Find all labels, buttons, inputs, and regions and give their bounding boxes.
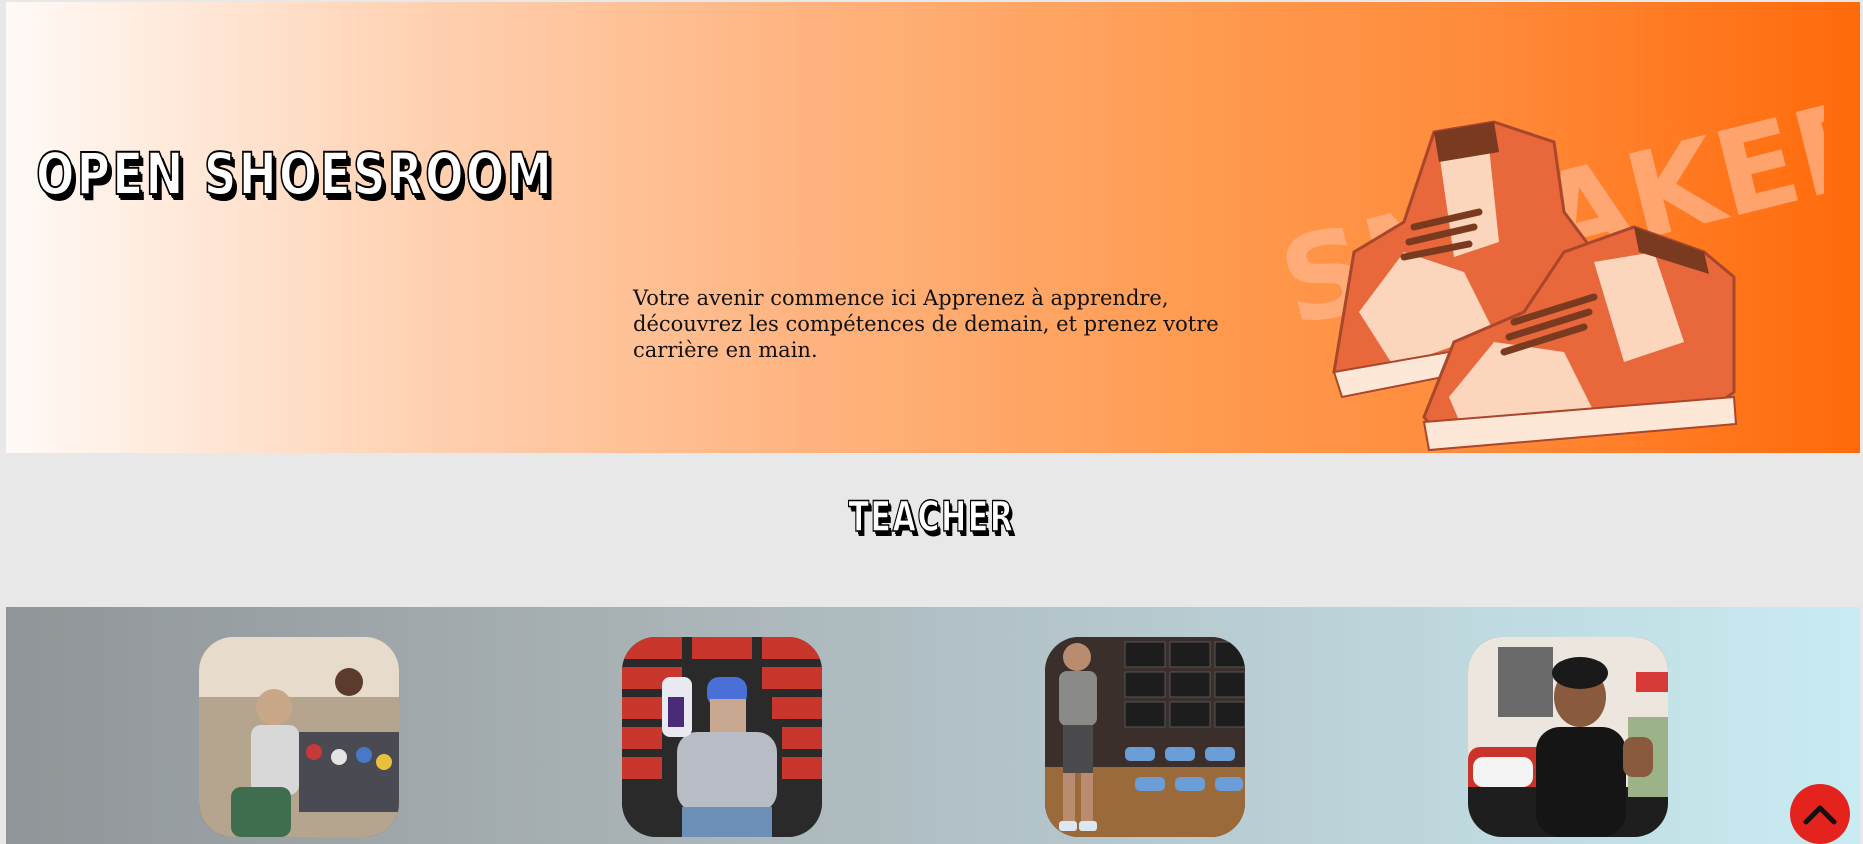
hero-tagline: Votre avenir commence ici Apprenez à app… bbox=[633, 286, 1219, 362]
hero-banner: OPEN SHOESROOM Votre avenir commence ici… bbox=[6, 2, 1860, 453]
teacher-photo-4[interactable] bbox=[1468, 637, 1668, 837]
chevron-up-icon bbox=[1803, 805, 1837, 825]
sneakers-illustration: SNEAKERS bbox=[1268, 49, 1824, 452]
brand-logo[interactable]: OPEN SHOESROOM bbox=[35, 139, 554, 209]
teacher-gallery bbox=[6, 607, 1860, 844]
teacher-section-title: TEACHER bbox=[848, 491, 1015, 542]
teacher-photo-3[interactable] bbox=[1045, 637, 1245, 837]
teacher-photo-1[interactable] bbox=[199, 637, 399, 837]
teacher-photo-2[interactable] bbox=[622, 637, 822, 837]
scroll-to-top-button[interactable] bbox=[1790, 784, 1850, 844]
